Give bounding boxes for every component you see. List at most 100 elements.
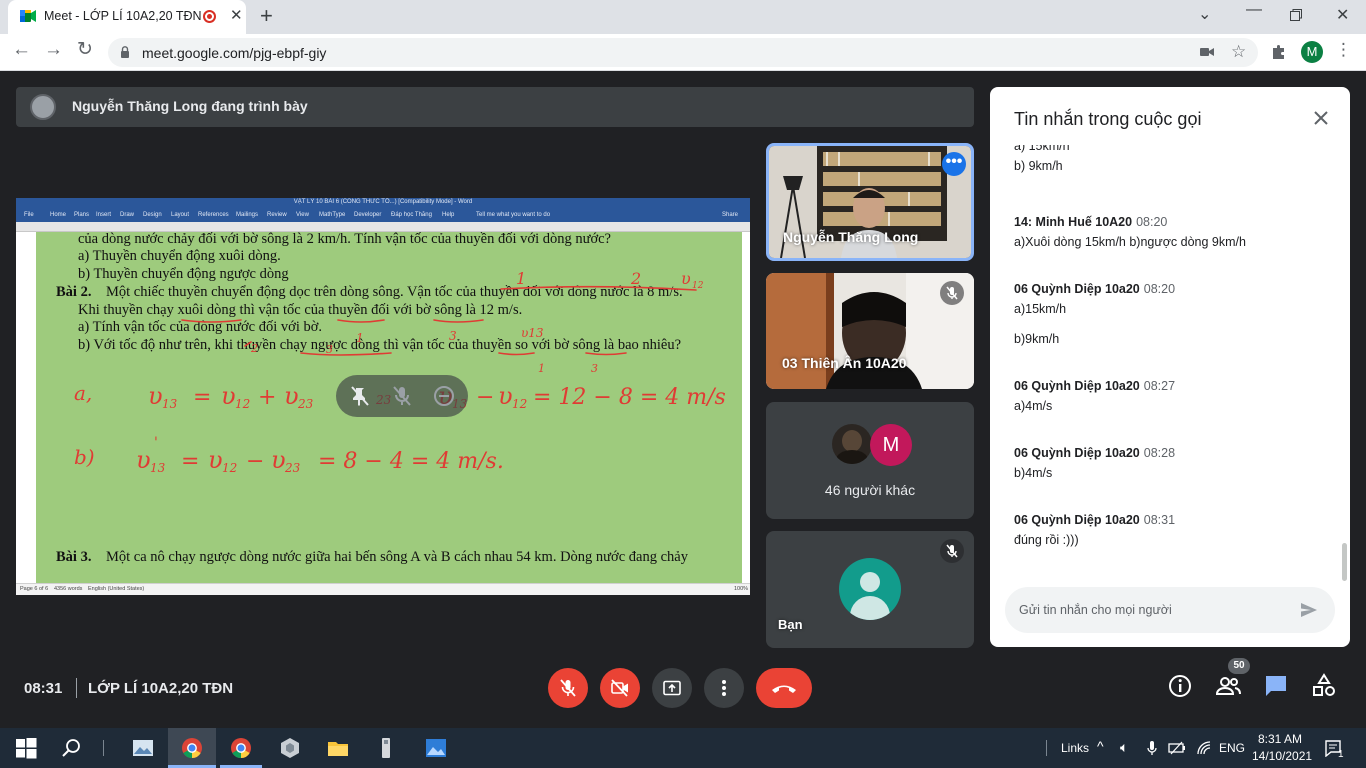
mic-off-icon xyxy=(946,544,958,558)
document-page: của dòng nước chảy đối với bờ sông là 2 … xyxy=(36,231,742,583)
ribbon-tab: MathType xyxy=(319,212,346,218)
microphone-icon[interactable] xyxy=(1146,740,1158,756)
meeting-title: LỚP LÍ 10A2,20 TĐN xyxy=(88,680,234,697)
taskbar-time[interactable]: 8:31 AM xyxy=(1258,732,1302,746)
svg-text:=: = xyxy=(181,449,199,474)
reload-icon[interactable]: ↻ xyxy=(77,38,93,61)
others-tile[interactable]: M 46 người khác xyxy=(766,402,974,519)
chat-scrollbar[interactable] xyxy=(1342,543,1347,581)
others-count-label: 46 người khác xyxy=(824,482,916,498)
svg-text:2: 2 xyxy=(250,342,258,355)
svg-text:υ13: υ13 xyxy=(521,326,544,340)
ribbon-tab: Insert xyxy=(96,212,112,218)
bookmark-star-icon[interactable]: ☆ xyxy=(1231,42,1246,62)
file-explorer-icon[interactable] xyxy=(326,736,350,760)
search-icon[interactable] xyxy=(60,736,84,760)
chat-icon[interactable] xyxy=(1262,672,1290,700)
ribbon-tab: Help xyxy=(442,212,455,218)
restore-button[interactable] xyxy=(1290,9,1302,21)
svg-text:12: 12 xyxy=(222,461,237,475)
chrome-meet-icon[interactable] xyxy=(180,736,204,760)
participant-tile-student[interactable]: 03 Thiên Ân 10A20 xyxy=(766,273,974,389)
ribbon-tab: Design xyxy=(143,212,162,218)
more-options-icon[interactable]: ••• xyxy=(942,152,966,176)
chat-sender: 06 Quỳnh Diệp 10a20 xyxy=(1014,379,1140,393)
svg-text:b): b) xyxy=(74,445,95,469)
chat-message-input[interactable] xyxy=(1019,600,1289,620)
taskbar-divider xyxy=(103,740,104,756)
browser-tab[interactable]: Meet - LỚP LÍ 10A2,20 TĐN ✕ xyxy=(8,0,246,34)
status-words: 4356 words xyxy=(54,586,83,592)
app-hexagon-icon[interactable] xyxy=(278,736,302,760)
battery-icon[interactable] xyxy=(1168,740,1186,756)
camera-permission-icon[interactable] xyxy=(1200,46,1214,58)
browser-toolbar: ← → ↻ meet.google.com/pjg-ebpf-giy ☆ M ⋮ xyxy=(0,34,1366,71)
ribbon-tab: Review xyxy=(267,212,287,218)
activities-icon[interactable] xyxy=(1310,672,1338,700)
svg-text:12: 12 xyxy=(692,281,704,291)
shared-screen[interactable]: VẬT LÝ 10 BÀI 6 (CÔNG THỨC TỔ...) [Compa… xyxy=(16,198,750,595)
present-screen-button[interactable] xyxy=(652,668,692,708)
chat-time: 08:20 xyxy=(1143,282,1176,296)
chat-message-list[interactable]: a) 15km/h b) 9km/h 14: Minh Huế 10A20 08:… xyxy=(990,145,1350,585)
status-page: Page 6 of 6 xyxy=(20,586,49,592)
camera-toggle-button[interactable] xyxy=(600,668,640,708)
svg-text:3: 3 xyxy=(591,362,598,375)
chat-message: 14: Minh Huế 10A20 08:20 a)Xuôi dòng 15km… xyxy=(1014,213,1334,251)
ribbon-tab: Draw xyxy=(120,212,135,218)
lock-icon xyxy=(121,46,129,58)
taskbar-date[interactable]: 14/10/2021 xyxy=(1252,749,1312,763)
back-arrow-icon[interactable]: ← xyxy=(12,39,31,61)
extensions-puzzle-icon[interactable] xyxy=(1271,44,1287,60)
window-close-button[interactable]: ✕ xyxy=(1336,5,1349,25)
input-language[interactable]: ENG xyxy=(1219,741,1245,755)
word-status-bar: Page 6 of 6 4356 words English (United S… xyxy=(16,583,750,595)
minimize-button[interactable]: — xyxy=(1246,1,1262,19)
chevron-up-icon[interactable]: ^ xyxy=(1097,738,1104,754)
meeting-details-info-icon[interactable] xyxy=(1166,672,1194,700)
chat-message-text: đúng rồi :))) xyxy=(1014,533,1079,547)
close-icon[interactable] xyxy=(1312,109,1330,127)
remove-participant-icon[interactable] xyxy=(432,384,456,408)
send-icon[interactable] xyxy=(1299,600,1319,620)
new-tab-button[interactable]: + xyxy=(260,3,273,29)
chat-sender: 06 Quỳnh Diệp 10a20 xyxy=(1014,513,1140,527)
browser-menu-icon[interactable]: ⋮ xyxy=(1335,40,1352,60)
more-options-button[interactable] xyxy=(704,668,744,708)
mute-participant-icon[interactable] xyxy=(390,384,414,408)
muted-indicator xyxy=(940,281,964,305)
self-tile[interactable]: Bạn xyxy=(766,531,974,648)
address-bar[interactable]: meet.google.com/pjg-ebpf-giy ☆ xyxy=(108,38,1258,67)
participant-tile-presenter[interactable]: ••• Nguyễn Thăng Long xyxy=(766,143,974,261)
status-zoom: 100% xyxy=(734,586,749,592)
profile-avatar[interactable]: M xyxy=(1301,41,1323,63)
tab-search-chevron-icon[interactable]: ⌄ xyxy=(1198,4,1211,24)
tab-title: Meet - LỚP LÍ 10A2,20 TĐN xyxy=(44,9,202,23)
photo-app-icon[interactable] xyxy=(131,736,155,760)
pin-off-icon[interactable] xyxy=(348,384,372,408)
svg-text:= 12 − 8 = 4 m/s: = 12 − 8 = 4 m/s xyxy=(533,385,726,410)
svg-text:13: 13 xyxy=(162,397,178,411)
photos-icon[interactable] xyxy=(424,736,448,760)
chat-input-box[interactable] xyxy=(1005,587,1335,633)
chat-message: 06 Quỳnh Diệp 10a20 08:20 a)15km/h b)9km/… xyxy=(1014,280,1334,348)
browser-tab-strip: Meet - LỚP LÍ 10A2,20 TĐN ✕ + ⌄ — ✕ xyxy=(0,0,1366,34)
forward-arrow-icon[interactable]: → xyxy=(44,39,63,61)
volume-icon[interactable]: 🔈︎ xyxy=(1120,739,1128,756)
ribbon-tab: Tell me what you want to do xyxy=(476,212,551,218)
leave-call-button[interactable] xyxy=(756,668,812,708)
network-icon[interactable] xyxy=(1196,740,1212,756)
participant-name: Nguyễn Thăng Long xyxy=(783,229,919,245)
links-toolbar-label[interactable]: Links xyxy=(1061,741,1089,755)
people-icon[interactable] xyxy=(1214,672,1242,700)
microphone-toggle-button[interactable] xyxy=(548,668,588,708)
ribbon-tab: Plans xyxy=(74,212,90,218)
svg-text:υ: υ xyxy=(208,446,223,474)
tab-close-button[interactable]: ✕ xyxy=(230,6,243,24)
usb-device-icon[interactable] xyxy=(374,736,398,760)
others-avatar-photo xyxy=(832,424,872,464)
chrome-icon[interactable] xyxy=(229,736,253,760)
svg-text:υ: υ xyxy=(221,382,236,410)
windows-start-icon[interactable] xyxy=(14,736,38,760)
svg-text:2: 2 xyxy=(630,269,641,288)
